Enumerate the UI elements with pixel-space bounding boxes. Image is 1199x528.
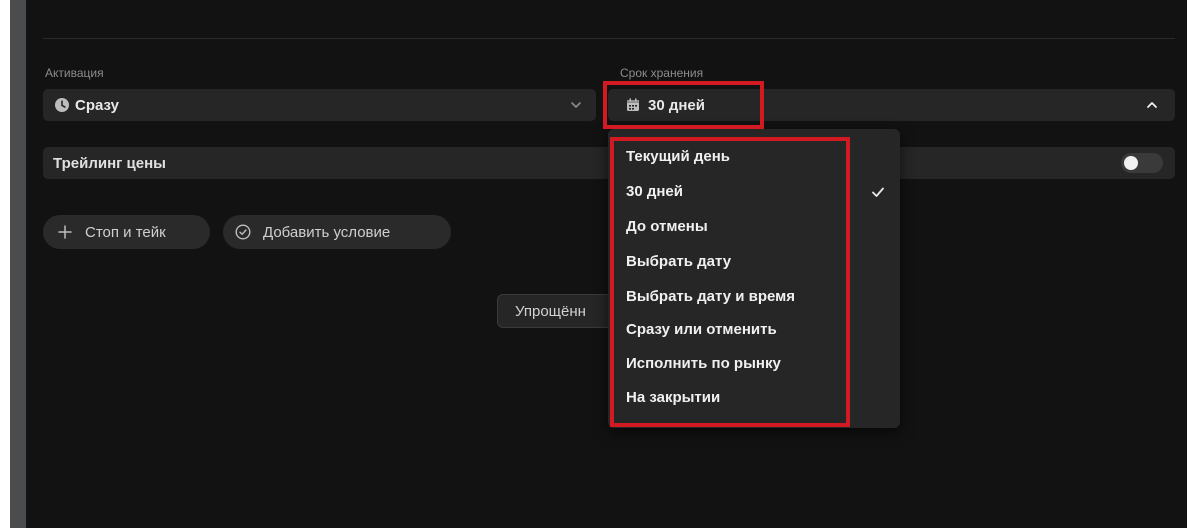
add-condition-button[interactable]: Добавить условие <box>223 215 451 249</box>
chevron-up-icon <box>1144 97 1160 113</box>
trailing-price-toggle[interactable] <box>1121 153 1163 173</box>
activation-select[interactable]: Сразу <box>43 89 596 121</box>
highlight-box-expiry-value <box>603 81 764 129</box>
section-divider <box>43 38 1175 39</box>
activation-value: Сразу <box>75 97 119 114</box>
add-condition-label: Добавить условие <box>263 224 391 241</box>
clock-icon <box>55 98 69 112</box>
plus-icon <box>58 225 72 239</box>
simplified-mode-label: Упрощённ <box>515 303 586 320</box>
expiry-label: Срок хранения <box>620 66 704 80</box>
window: Активация Сразу Срок хранения 30 дней Тр… <box>0 0 1199 528</box>
stop-take-button[interactable]: Стоп и тейк <box>43 215 210 249</box>
left-side-bar <box>10 0 26 528</box>
activation-label: Активация <box>45 66 104 80</box>
order-settings-panel <box>26 0 1187 528</box>
checkmark-icon <box>871 185 885 199</box>
stop-take-label: Стоп и тейк <box>85 224 166 241</box>
toggle-knob <box>1124 156 1138 170</box>
highlight-box-expiry-options <box>610 137 850 427</box>
chevron-down-icon <box>568 97 584 113</box>
check-circle-icon <box>235 224 251 240</box>
trailing-price-label: Трейлинг цены <box>53 155 166 172</box>
